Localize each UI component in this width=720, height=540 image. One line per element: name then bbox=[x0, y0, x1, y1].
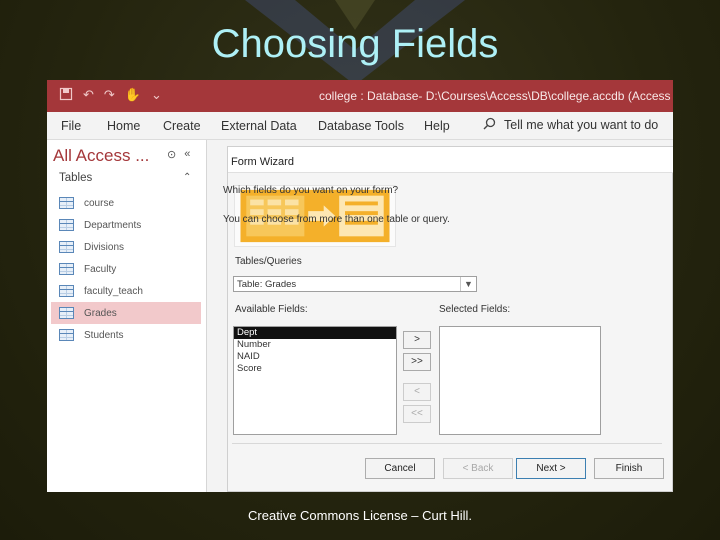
nav-item-grades[interactable]: Grades bbox=[51, 302, 201, 324]
nav-item-label: Grades bbox=[84, 307, 117, 319]
nav-item-label: faculty_teach bbox=[84, 285, 143, 297]
add-field-button[interactable]: > bbox=[403, 331, 431, 349]
remove-field-button[interactable]: < bbox=[403, 383, 431, 401]
field-item-score[interactable]: Score bbox=[234, 363, 396, 375]
navigation-pane: All Access ... ⊙ « Tables ⌃ course Depar… bbox=[47, 140, 207, 492]
field-item-dept[interactable]: Dept bbox=[234, 327, 396, 339]
table-icon bbox=[59, 329, 74, 341]
ribbon-tabs: File Home Create External Data Database … bbox=[47, 112, 673, 140]
tables-queries-label: Tables/Queries bbox=[235, 256, 302, 267]
nav-item-label: Students bbox=[84, 329, 124, 341]
remove-all-fields-button[interactable]: << bbox=[403, 405, 431, 423]
nav-item-course[interactable]: course bbox=[51, 192, 201, 214]
tab-file[interactable]: File bbox=[61, 119, 81, 133]
save-icon[interactable] bbox=[59, 87, 73, 104]
shutter-collapse-icon[interactable]: « bbox=[184, 148, 190, 161]
tell-me-text: Tell me what you want to do bbox=[504, 118, 659, 132]
table-icon bbox=[59, 285, 74, 297]
back-button[interactable]: < Back bbox=[443, 458, 513, 479]
touch-mode-icon[interactable]: ✋ bbox=[125, 87, 141, 104]
group-collapse-icon[interactable]: ⌃ bbox=[183, 172, 191, 183]
tables-queries-select[interactable]: Table: Grades ▼ bbox=[233, 276, 477, 292]
tab-home[interactable]: Home bbox=[107, 119, 140, 133]
search-icon bbox=[483, 117, 496, 133]
nav-item-departments[interactable]: Departments bbox=[51, 214, 201, 236]
undo-icon[interactable]: ↶ bbox=[83, 87, 94, 104]
field-item-number[interactable]: Number bbox=[234, 339, 396, 351]
slide-footer: Creative Commons License – Curt Hill. bbox=[248, 508, 472, 523]
redo-icon[interactable]: ↷ bbox=[104, 87, 115, 104]
add-all-fields-button[interactable]: >> bbox=[403, 353, 431, 371]
nav-item-label: Faculty bbox=[84, 263, 117, 275]
customize-qat-icon[interactable]: ⌄ bbox=[151, 87, 162, 104]
tab-create[interactable]: Create bbox=[163, 119, 201, 133]
tell-me-box[interactable]: Tell me what you want to do bbox=[483, 117, 658, 133]
available-fields-label: Available Fields: bbox=[235, 304, 308, 315]
table-icon bbox=[59, 197, 74, 209]
tab-help[interactable]: Help bbox=[424, 119, 450, 133]
slide-title: Choosing Fields bbox=[211, 22, 499, 66]
wizard-divider bbox=[232, 443, 662, 444]
nav-item-faculty-teach[interactable]: faculty_teach bbox=[51, 280, 201, 302]
cancel-button[interactable]: Cancel bbox=[365, 458, 435, 479]
title-bar: ↶ ↷ ✋ ⌄ college : Database- D:\Courses\A… bbox=[47, 80, 673, 112]
nav-pane-header-icons: ⊙ « bbox=[167, 148, 190, 161]
finish-button[interactable]: Finish bbox=[594, 458, 664, 479]
field-item-naid[interactable]: NAID bbox=[234, 351, 396, 363]
nav-item-students[interactable]: Students bbox=[51, 324, 201, 346]
access-window: ↶ ↷ ✋ ⌄ college : Database- D:\Courses\A… bbox=[47, 80, 673, 492]
nav-item-label: course bbox=[84, 197, 115, 209]
window-title: college : Database- D:\Courses\Access\DB… bbox=[319, 89, 673, 103]
form-wizard-dialog: Form Wizard bbox=[227, 146, 673, 492]
nav-pane-header[interactable]: All Access ... bbox=[53, 146, 149, 166]
wizard-title: Form Wizard bbox=[228, 147, 673, 173]
tab-database-tools[interactable]: Database Tools bbox=[318, 119, 404, 133]
wizard-hint: You can choose from more than one table … bbox=[223, 214, 450, 225]
table-icon bbox=[59, 219, 74, 231]
nav-menu-dropdown-icon[interactable]: ⊙ bbox=[167, 148, 176, 161]
nav-item-divisions[interactable]: Divisions bbox=[51, 236, 201, 258]
table-icon bbox=[59, 263, 74, 275]
tables-queries-value: Table: Grades bbox=[237, 279, 297, 290]
selected-fields-label: Selected Fields: bbox=[439, 304, 511, 315]
selected-fields-list[interactable] bbox=[439, 326, 601, 435]
next-button[interactable]: Next > bbox=[516, 458, 586, 479]
wizard-question: Which fields do you want on your form? bbox=[223, 185, 399, 196]
table-icon bbox=[59, 241, 74, 253]
nav-item-faculty[interactable]: Faculty bbox=[51, 258, 201, 280]
nav-item-label: Divisions bbox=[84, 241, 125, 253]
nav-item-label: Departments bbox=[84, 219, 142, 231]
nav-group-tables[interactable]: Tables bbox=[59, 172, 92, 184]
tab-external-data[interactable]: External Data bbox=[221, 119, 297, 133]
available-fields-list[interactable]: Dept Number NAID Score bbox=[233, 326, 397, 435]
quick-access-toolbar: ↶ ↷ ✋ ⌄ bbox=[59, 87, 162, 104]
chevron-down-icon[interactable]: ▼ bbox=[460, 277, 476, 291]
table-icon bbox=[59, 307, 74, 319]
